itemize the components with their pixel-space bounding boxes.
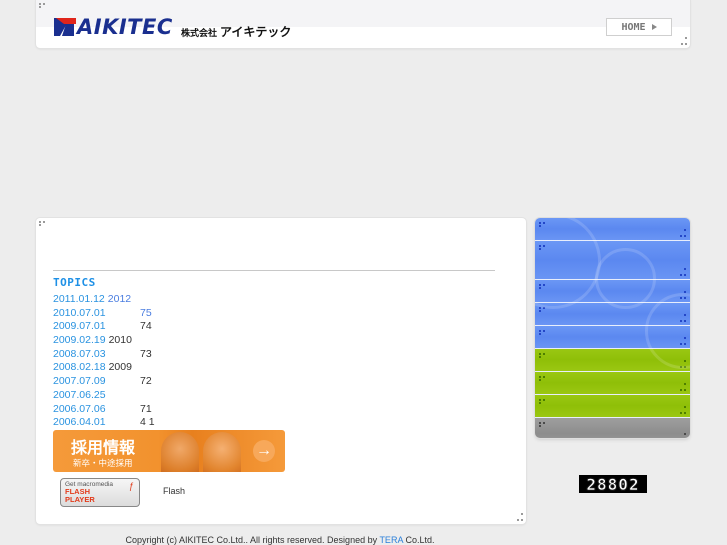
corner-mark-icon: [678, 229, 686, 237]
corner-mark-icon: [678, 291, 686, 299]
corner-mark-icon: [539, 376, 547, 384]
topic-item: 2007.06.25: [53, 389, 132, 403]
corner-mark-icon: [539, 353, 547, 361]
topic-item: 2011.01.12 2012: [53, 293, 132, 307]
copyright-text: Copyright (c) AIKITEC Co.Ltd.. All right…: [125, 535, 378, 545]
corner-mark-icon: [39, 221, 47, 229]
corner-mark-icon: [539, 399, 547, 407]
corner-mark-icon: [539, 245, 547, 253]
corner-mark-icon: [539, 284, 547, 292]
corner-mark-icon: [678, 360, 686, 368]
topic-date-link[interactable]: 2009.02.19: [53, 334, 106, 346]
side-navigation: [535, 218, 690, 438]
company-name: 株式会社 アイキテック: [181, 23, 291, 40]
copyright-suffix: Co.Ltd.: [405, 535, 435, 545]
get-flash-player-button[interactable]: Get macromedia FLASH PLAYER ƒ: [60, 478, 140, 507]
topic-item: 2006.07.06 71: [53, 403, 152, 417]
corner-mark-icon: [39, 3, 47, 11]
sidenav-item-9[interactable]: [535, 418, 690, 438]
banner-person-image: [203, 432, 241, 472]
flash-logo-icon: ƒ: [128, 481, 134, 491]
corner-mark-icon: [678, 268, 686, 276]
corner-mark-icon: [678, 337, 686, 345]
recruit-banner[interactable]: 採用情報 新卒・中途採用 →: [53, 430, 285, 472]
sidenav-item-2[interactable]: [535, 241, 690, 279]
topic-item: 2008.07.03 73: [53, 348, 152, 362]
company-prefix: 株式会社: [181, 29, 218, 39]
visitor-counter: 28802: [579, 474, 647, 494]
topic-title: 72: [140, 375, 152, 388]
sidenav-item-4[interactable]: [535, 303, 690, 325]
topic-item: 2009.07.01 74: [53, 320, 152, 334]
recruit-title: 採用情報: [71, 438, 136, 457]
topic-date-link[interactable]: 2011.01.12: [53, 293, 105, 305]
topic-date-link[interactable]: 2007.06.25: [53, 389, 106, 401]
sidenav-item-8[interactable]: [535, 395, 690, 417]
designer-link[interactable]: TERA: [379, 535, 403, 545]
recruit-subtitle: 新卒・中途採用: [73, 459, 133, 469]
sidenav-item-1[interactable]: [535, 218, 690, 240]
logo[interactable]: AIKITEC: [54, 14, 173, 40]
topic-title: 74: [140, 320, 152, 333]
topics-list: 2011.01.12 2012 2010.07.01 75 2009.07.01 74 20…: [53, 293, 155, 430]
main-panel: TOPICS 2011.01.12 2012 2010.07.01 75 2009.07…: [36, 218, 526, 524]
topic-title: 2010: [108, 334, 132, 347]
corner-mark-icon: [539, 307, 547, 315]
topic-item: 2007.07.09 72: [53, 375, 152, 389]
sidenav-item-7[interactable]: [535, 372, 690, 394]
footer: Copyright (c) AIKITEC Co.Ltd.. All right…: [0, 535, 560, 545]
topic-date-link[interactable]: 2008.02.18: [53, 361, 106, 373]
aikitec-logo-icon: [54, 18, 76, 36]
banner-person-image: [161, 432, 199, 472]
corner-mark-icon: [539, 330, 547, 338]
topic-date-link[interactable]: 2010.07.01: [53, 307, 106, 319]
topic-title: 71: [140, 402, 152, 415]
home-button[interactable]: HOME: [606, 18, 672, 36]
logo-wordmark: AIKITEC: [77, 15, 173, 39]
company-name-katakana: アイキテック: [220, 25, 292, 39]
topic-item: 2009.02.19 2010: [53, 334, 132, 348]
corner-mark-icon: [678, 406, 686, 414]
topics-heading: TOPICS: [53, 276, 96, 289]
topic-item: 2010.07.01 75: [53, 307, 152, 321]
topic-title[interactable]: 75: [140, 307, 152, 321]
header-panel: AIKITEC 株式会社 アイキテック HOME: [36, 0, 690, 48]
topic-title: 2009: [108, 361, 132, 374]
topic-item: 2006.04.01 4 1: [53, 416, 155, 430]
corner-mark-icon: [515, 513, 523, 521]
corner-mark-icon: [678, 383, 686, 391]
topic-title[interactable]: 2012: [108, 293, 131, 305]
sidenav-item-5[interactable]: [535, 326, 690, 348]
sidenav-item-3[interactable]: [535, 280, 690, 302]
flash-badge-line3: PLAYER: [65, 495, 95, 504]
sidenav-item-6[interactable]: [535, 349, 690, 371]
divider: [53, 270, 495, 271]
counter-value: 28802: [586, 474, 640, 494]
topic-date-link[interactable]: 2006.07.06: [53, 403, 106, 415]
topic-date-link[interactable]: 2009.07.01: [53, 320, 106, 332]
corner-mark-icon: [678, 433, 686, 438]
corner-mark-icon: [679, 37, 687, 45]
topic-title: 4 1: [140, 416, 155, 429]
topic-item: 2008.02.18 2009: [53, 361, 132, 375]
topic-date-link[interactable]: 2007.07.09: [53, 375, 106, 387]
play-arrow-icon: [651, 24, 657, 30]
corner-mark-icon: [539, 222, 547, 230]
topic-date-link[interactable]: 2006.04.01: [53, 416, 106, 428]
topic-date-link[interactable]: 2008.07.03: [53, 348, 106, 360]
home-label: HOME: [621, 21, 646, 33]
corner-mark-icon: [678, 314, 686, 322]
topic-title: 73: [140, 347, 152, 360]
flash-label: Flash: [163, 486, 186, 496]
corner-mark-icon: [539, 422, 547, 430]
arrow-right-icon: →: [253, 440, 275, 462]
